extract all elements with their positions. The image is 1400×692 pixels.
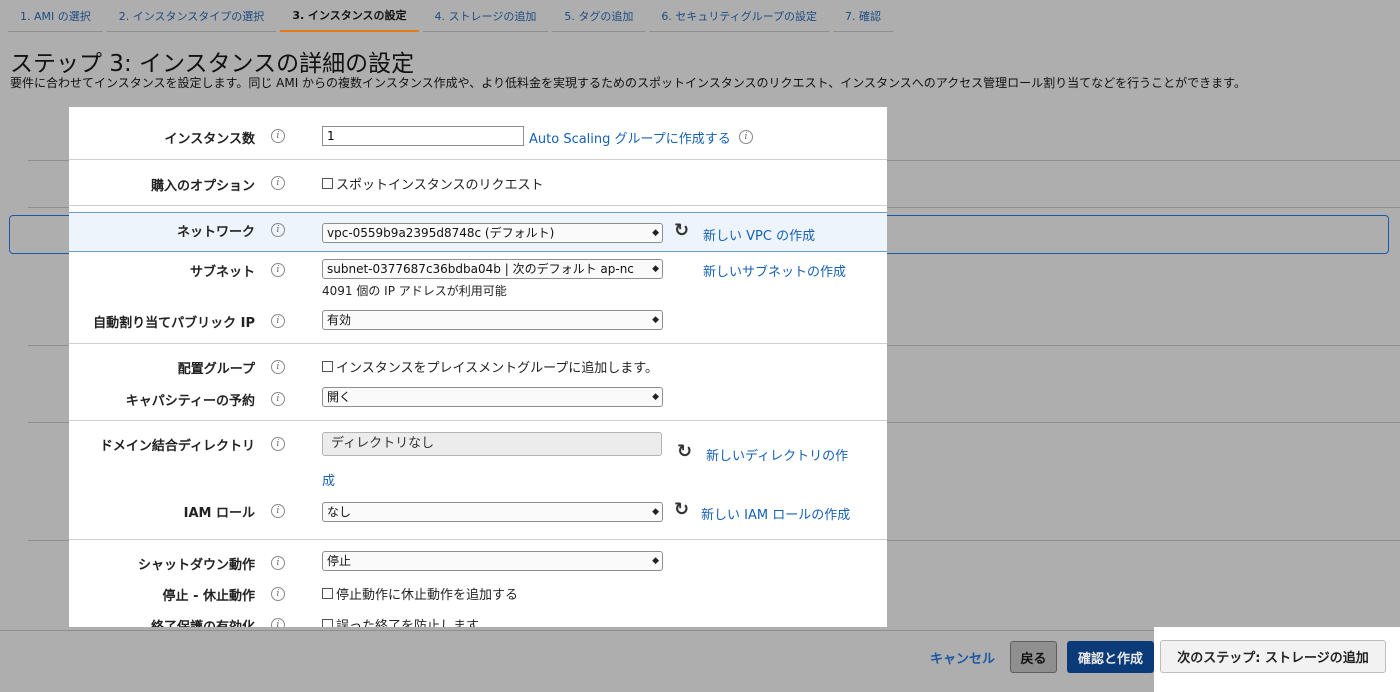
select-arrow-icon: ◆ (652, 392, 659, 402)
section-divider (69, 539, 887, 540)
next-add-storage-button[interactable]: 次のステップ: ストレージの追加 (1160, 640, 1386, 673)
checkbox-box[interactable] (322, 588, 333, 599)
info-icon[interactable]: i (271, 504, 285, 518)
capacity-reservation-select-value: 開く (327, 390, 352, 404)
spot-instance-checkbox-label: スポットインスタンスのリクエスト (336, 178, 544, 193)
create-directory-link-continued[interactable]: 成 (322, 470, 335, 489)
refresh-icon[interactable]: ↻ (674, 222, 689, 240)
select-arrow-icon: ◆ (652, 507, 659, 517)
hibernate-checkbox-label: 停止動作に休止動作を追加する (336, 588, 519, 603)
network-select-value: vpc-0559b9a2395d8748c (デフォルト) (327, 226, 555, 240)
select-arrow-icon: ◆ (652, 556, 659, 566)
info-icon[interactable]: i (271, 129, 285, 143)
section-divider (69, 420, 887, 421)
cancel-button[interactable]: キャンセル (930, 648, 995, 667)
placement-group-checkbox-label: インスタンスをプレイスメントグループに追加します。 (336, 361, 659, 376)
info-icon[interactable]: i (271, 223, 285, 237)
page-title: ステップ 3: インスタンスの詳細の設定 (10, 51, 415, 77)
section-divider (69, 343, 887, 344)
shutdown-behavior-label: シャットダウン動作 (137, 558, 255, 573)
info-icon[interactable]: i (271, 360, 285, 374)
checkbox-box[interactable] (322, 178, 333, 189)
review-and-launch-button[interactable]: 確認と作成 (1067, 641, 1154, 673)
instance-count-input[interactable] (322, 126, 524, 146)
capacity-reservation-label: キャパシティーの予約 (125, 394, 255, 409)
info-icon[interactable]: i (739, 130, 753, 144)
select-arrow-icon: ◆ (652, 228, 659, 238)
info-icon[interactable]: i (271, 587, 285, 601)
network-select[interactable]: vpc-0559b9a2395d8748c (デフォルト) ◆ (322, 223, 663, 243)
info-icon[interactable]: i (271, 263, 285, 277)
domain-directory-select[interactable]: ディレクトリなし (322, 432, 662, 456)
tab-configure-security-group[interactable]: 6. セキュリティグループの設定 (649, 0, 829, 32)
auto-scaling-link[interactable]: Auto Scaling グループに作成する (529, 128, 731, 147)
subnet-available-ips: 4091 個の IP アドレスが利用可能 (322, 284, 507, 298)
termination-protection-checkbox[interactable]: 誤った終了を防止します (322, 615, 479, 627)
info-icon[interactable]: i (271, 437, 285, 451)
spot-instance-checkbox[interactable]: スポットインスタンスのリクエスト (322, 174, 543, 193)
instance-details-form: インスタンス数 i Auto Scaling グループに作成する i 購入のオプ… (69, 107, 887, 627)
shutdown-behavior-select-value: 停止 (327, 554, 352, 568)
iam-role-select[interactable]: なし ◆ (322, 502, 663, 522)
purchase-option-label: 購入のオプション (150, 179, 255, 194)
section-divider (69, 159, 887, 160)
info-icon[interactable]: i (271, 314, 285, 328)
create-directory-link[interactable]: 新しいディレクトリの作 (706, 445, 848, 464)
termination-protection-checkbox-label: 誤った終了を防止します (336, 619, 480, 627)
info-icon[interactable]: i (271, 618, 285, 627)
iam-role-select-value: なし (327, 505, 352, 519)
create-subnet-link[interactable]: 新しいサブネットの作成 (703, 261, 846, 280)
network-label: ネットワーク (176, 225, 255, 240)
tab-review[interactable]: 7. 確認 (833, 0, 893, 32)
placement-group-checkbox[interactable]: インスタンスをプレイスメントグループに追加します。 (322, 357, 658, 376)
stop-hibernate-label: 停止 - 休止動作 (162, 589, 255, 604)
info-icon[interactable]: i (271, 392, 285, 406)
select-arrow-icon: ◆ (652, 264, 659, 274)
section-divider (69, 205, 887, 206)
public-ip-select[interactable]: 有効 ◆ (322, 310, 663, 330)
info-icon[interactable]: i (271, 176, 285, 190)
page-description: 要件に合わせてインスタンスを設定します。同じ AMI からの複数インスタンス作成… (10, 76, 1246, 90)
tab-add-tags[interactable]: 5. タグの追加 (552, 0, 646, 32)
shutdown-behavior-select[interactable]: 停止 ◆ (322, 551, 663, 571)
placement-group-label: 配置グループ (177, 362, 255, 377)
domain-directory-label: ドメイン結合ディレクトリ (99, 439, 255, 454)
instance-count-label: インスタンス数 (164, 132, 255, 147)
checkbox-box[interactable] (322, 361, 333, 372)
hibernate-checkbox[interactable]: 停止動作に休止動作を追加する (322, 584, 518, 603)
refresh-icon[interactable]: ↻ (677, 443, 692, 461)
select-arrow-icon: ◆ (652, 315, 659, 325)
back-button[interactable]: 戻る (1010, 641, 1057, 673)
tab-choose-ami[interactable]: 1. AMI の選択 (8, 0, 103, 32)
tab-choose-instance-type[interactable]: 2. インスタンスタイプの選択 (106, 0, 277, 32)
termination-protection-label: 終了保護の有効化 (151, 616, 255, 627)
iam-role-label: IAM ロール (183, 506, 255, 521)
create-iam-role-link[interactable]: 新しい IAM ロールの作成 (701, 504, 850, 523)
wizard-tabs: 1. AMI の選択 2. インスタンスタイプの選択 3. インスタンスの設定 … (8, 0, 897, 34)
info-icon[interactable]: i (271, 556, 285, 570)
domain-directory-select-value: ディレクトリなし (331, 436, 435, 451)
subnet-select[interactable]: subnet-0377687c36bdba04b | 次のデフォルト ap-nc… (322, 259, 663, 279)
public-ip-select-value: 有効 (327, 313, 352, 327)
tab-configure-instance[interactable]: 3. インスタンスの設定 (280, 0, 419, 32)
create-vpc-link[interactable]: 新しい VPC の作成 (703, 225, 815, 244)
capacity-reservation-select[interactable]: 開く ◆ (322, 387, 663, 407)
tab-add-storage[interactable]: 4. ストレージの追加 (422, 0, 549, 32)
refresh-icon[interactable]: ↻ (674, 501, 689, 519)
public-ip-label: 自動割り当てパブリック IP (93, 316, 255, 331)
checkbox-box[interactable] (322, 619, 333, 627)
subnet-select-value: subnet-0377687c36bdba04b | 次のデフォルト ap-nc (327, 262, 634, 276)
subnet-label: サブネット (189, 265, 255, 280)
